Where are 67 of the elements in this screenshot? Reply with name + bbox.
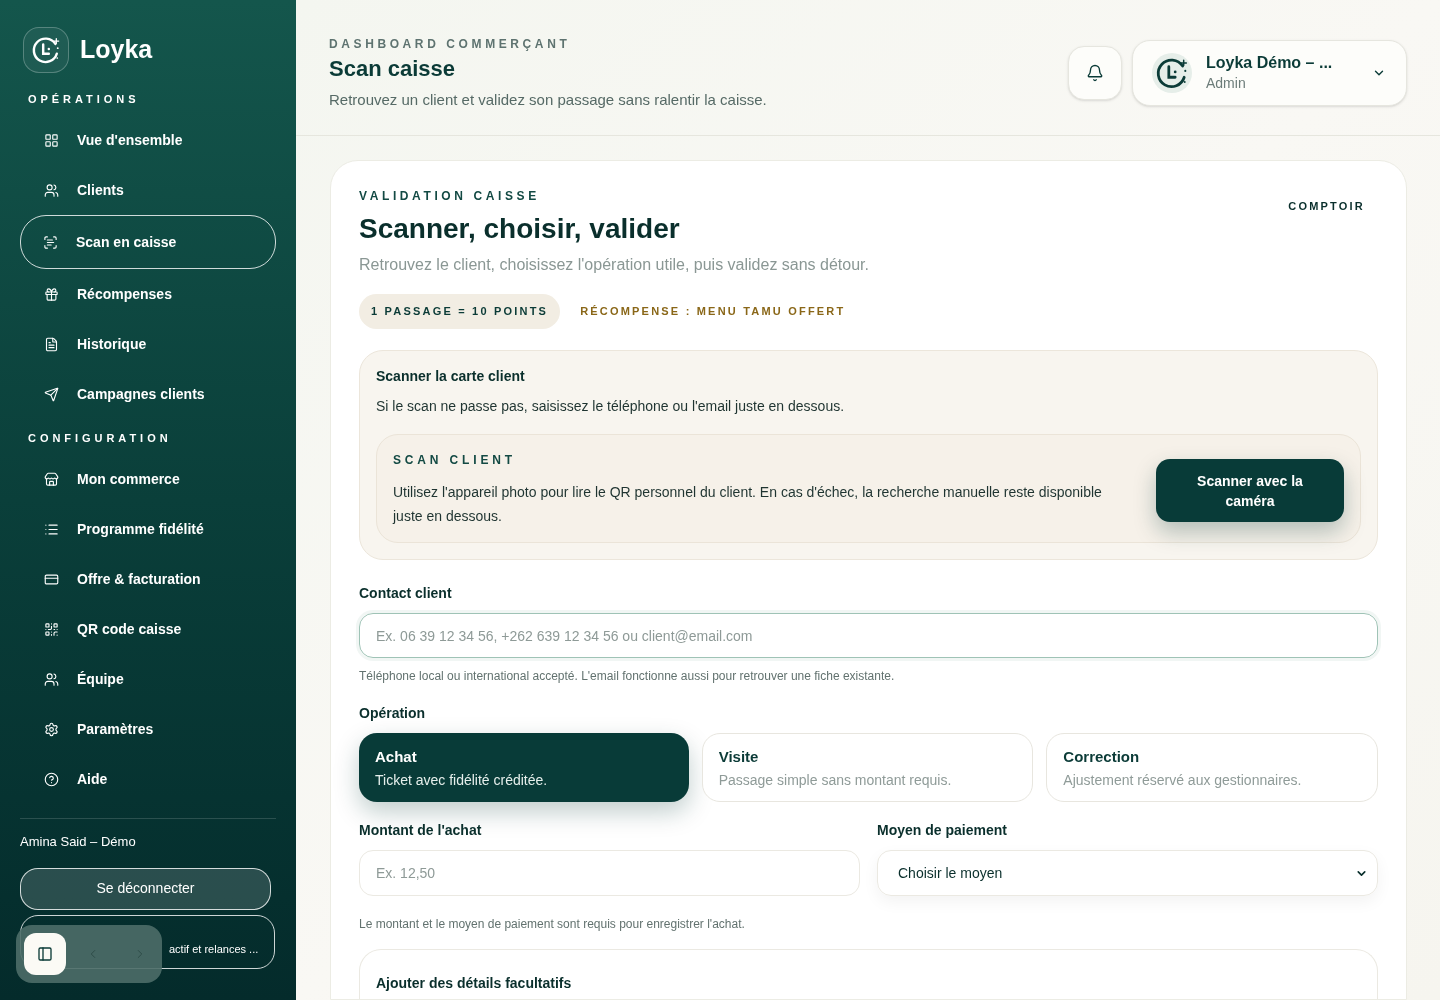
- counter-tag: COMPTOIR: [1288, 198, 1365, 215]
- users-icon: [44, 182, 59, 198]
- sidebar-item[interactable]: Historique: [20, 319, 276, 369]
- field-label: Montant de l'achat: [359, 821, 483, 839]
- operation-option[interactable]: Visite Passage simple sans montant requis.: [701, 733, 1034, 802]
- sidebar-item[interactable]: Aide: [20, 754, 276, 804]
- card-icon: [44, 571, 59, 587]
- help-icon: [44, 771, 59, 787]
- grid-icon: [44, 132, 59, 148]
- section-heading: OPÉRATIONS: [27, 93, 141, 105]
- sidebar-item[interactable]: Vue d'ensemble: [20, 115, 276, 165]
- card-eyebrow: VALIDATION CAISSE: [359, 189, 541, 203]
- reward-label: RÉCOMPENSE : MENU TAMU OFFERT: [579, 304, 847, 320]
- section-heading: CONFIGURATION: [27, 432, 173, 444]
- paper-plane-icon: [44, 386, 59, 402]
- notifications-button[interactable]: [1068, 46, 1122, 100]
- payment-hint: Le montant et le moyen de paiement sont requis pour enregistrer l'achat.: [359, 916, 746, 932]
- card-subtitle: Retrouvez le client, choisissez l'opération utile, puis validez sans détour.: [359, 255, 869, 275]
- scan-client-eyebrow: SCAN CLIENT: [393, 453, 517, 467]
- points-badge: 1 PASSAGE = 10 POINTS: [359, 294, 561, 329]
- sidebar-item[interactable]: Mon commerce: [20, 454, 276, 504]
- scan-panel-text: Si le scan ne passe pas, saisissez le téléphone ou l'email juste en dessous.: [376, 397, 846, 415]
- details-title: Ajouter des détails facultatifs: [376, 974, 573, 992]
- logo-icon: [31, 35, 61, 65]
- operation-option[interactable]: Achat Ticket avec fidélité créditée.: [359, 733, 689, 802]
- notice-text[interactable]: actif et relances ...: [169, 941, 259, 958]
- sidebar-item[interactable]: QR code caisse: [20, 604, 276, 654]
- account-button[interactable]: Loyka Démo – ... Admin: [1132, 40, 1407, 106]
- sidebar-item[interactable]: Scan en caisse: [20, 215, 276, 269]
- qr-code-icon: [44, 621, 59, 637]
- amount-input[interactable]: Ex. 12,50: [359, 850, 860, 896]
- field-label: Opération: [359, 704, 427, 722]
- panel-icon: [37, 946, 53, 962]
- operation-option[interactable]: Correction Ajustement réservé aux gestionnaires.: [1046, 733, 1378, 802]
- sidebar-item[interactable]: Récompenses: [20, 269, 276, 319]
- scan-camera-button[interactable]: Scanner avec la caméra: [1156, 459, 1344, 522]
- contact-input[interactable]: Ex. 06 39 12 34 56, +262 639 12 34 56 ou client@email.com: [359, 613, 1378, 658]
- brand-name: Loyka: [80, 34, 153, 66]
- contact-hint: Téléphone local ou international accepté. L'email fonctionne aussi pour retrouver une fiche existante.: [359, 668, 896, 684]
- gift-icon: [44, 286, 59, 302]
- account-name: Loyka Démo – ...: [1206, 53, 1334, 73]
- sidebar-item[interactable]: Campagnes clients: [20, 369, 276, 419]
- page-eyebrow: DASHBOARD COMMERÇANT: [329, 36, 572, 53]
- sidebar-item[interactable]: Offre & facturation: [20, 554, 276, 604]
- page-title: Scan caisse: [329, 55, 456, 83]
- user-name: Amina Said – Démo: [20, 833, 137, 851]
- scan-icon: [43, 234, 58, 250]
- card-title: Scanner, choisir, valider: [359, 212, 681, 246]
- bell-icon: [1086, 64, 1104, 82]
- page-subtitle: Retrouvez un client et validez son passage sans ralentir la caisse.: [329, 90, 767, 110]
- settings-icon: [44, 721, 59, 737]
- document-icon: [44, 336, 59, 352]
- payment-select[interactable]: Choisir le moyen: [877, 850, 1378, 896]
- field-label: Moyen de paiement: [877, 821, 1008, 839]
- sidebar-item[interactable]: Programme fidélité: [20, 504, 276, 554]
- field-label: Contact client: [359, 584, 453, 602]
- sidebar-toggle-button[interactable]: [24, 933, 66, 975]
- sidebar-item[interactable]: Clients: [20, 165, 276, 215]
- list-icon: [44, 521, 59, 537]
- users-icon: [44, 671, 59, 687]
- account-role: Admin: [1206, 74, 1247, 93]
- scan-client-text: Utilisez l'appareil photo pour lire le QR personnel du client. En cas d'échec, la recherche manuelle reste disponible juste en dessous.: [393, 483, 1103, 526]
- logout-button[interactable]: Se déconnecter: [20, 867, 271, 910]
- sidebar-item[interactable]: Équipe: [20, 654, 276, 704]
- store-icon: [44, 471, 59, 487]
- sidebar-item[interactable]: Paramètres: [20, 704, 276, 754]
- scan-panel-title: Scanner la carte client: [376, 367, 526, 385]
